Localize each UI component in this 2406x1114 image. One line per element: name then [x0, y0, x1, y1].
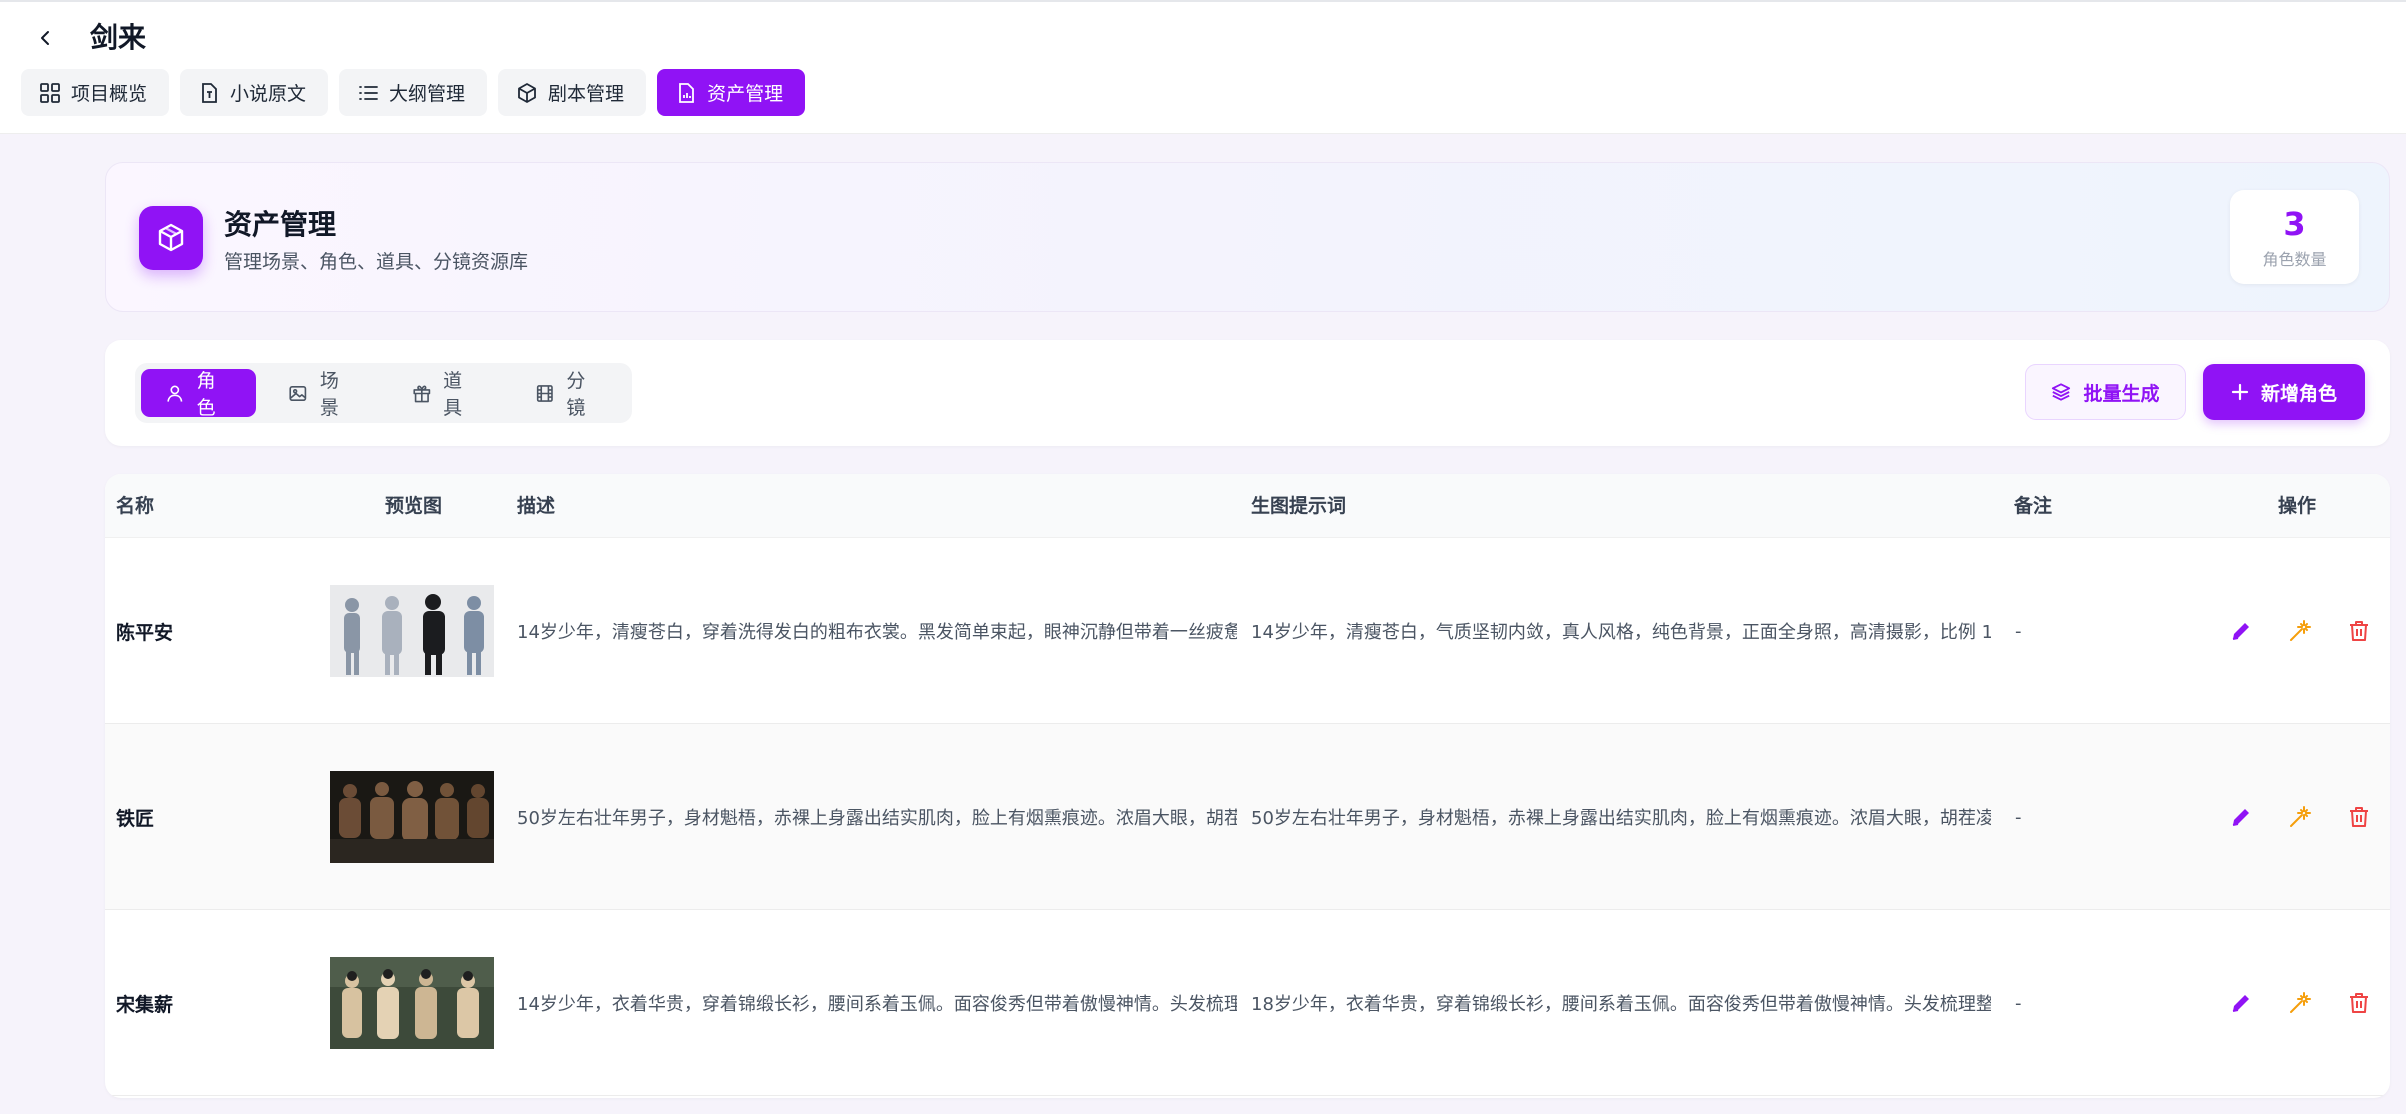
trash-icon	[2350, 621, 2368, 641]
trash-icon	[2350, 807, 2368, 827]
batch-generate-label: 批量生成	[2083, 382, 2160, 405]
chevron-left-icon	[41, 31, 49, 45]
character-note: -	[2015, 992, 2022, 1014]
tab-assets[interactable]: 资产管理	[657, 69, 806, 116]
table-row[interactable]: 铁匠 50岁左右壮年男子，身材魁梧，赤裸上身露出结实肌肉，脸上有烟熏痕迹。浓眉大…	[105, 724, 2390, 910]
tab-outline[interactable]: 大纲管理	[339, 69, 488, 116]
character-preview-image[interactable]	[330, 957, 494, 1049]
magic-wand-icon	[2290, 806, 2311, 827]
pencil-icon	[2232, 623, 2249, 640]
asset-toolbar: 角色 场景 道具 分镜 批量生成 新增角色	[105, 340, 2390, 446]
magic-wand-icon	[2290, 992, 2311, 1013]
character-prompt: 50岁左右壮年男子，身材魁梧，赤裸上身露出结实肌肉，脸上有烟熏痕迹。浓眉大眼，胡…	[1251, 808, 1991, 829]
cube-icon	[518, 82, 536, 103]
tab-label: 分镜	[566, 370, 586, 419]
tab-label: 资产管理	[707, 83, 784, 105]
generate-image-button[interactable]	[2286, 803, 2314, 831]
document-text-icon	[202, 82, 217, 103]
delete-button[interactable]	[2345, 989, 2373, 1017]
list-icon	[359, 85, 378, 100]
tab-label: 剧本管理	[548, 83, 625, 105]
column-header-actions: 操作	[2278, 495, 2317, 517]
project-title: 剑来	[90, 21, 147, 54]
character-preview-image[interactable]	[330, 585, 494, 677]
tab-scenes[interactable]: 场景	[264, 369, 379, 419]
add-character-button[interactable]: 新增角色	[2203, 364, 2365, 420]
page-subtitle: 管理场景、角色、道具、分镜资源库	[224, 251, 529, 273]
film-icon	[536, 384, 553, 402]
cube-icon	[139, 206, 203, 270]
character-description: 50岁左右壮年男子，身材魁梧，赤裸上身露出结实肌肉，脸上有烟熏痕迹。浓眉大眼，胡…	[517, 808, 1237, 829]
pencil-icon	[2232, 809, 2249, 826]
character-count-label: 角色数量	[2262, 250, 2327, 269]
column-header-name: 名称	[116, 495, 155, 517]
character-description: 14岁少年，衣着华贵，穿着锦缎长衫，腰间系着玉佩。面容俊秀但带着傲慢神情。头发梳…	[517, 994, 1237, 1015]
tab-label: 小说原文	[230, 83, 307, 105]
character-prompt: 18岁少年，衣着华贵，穿着锦缎长衫，腰间系着玉佩。面容俊秀但带着傲慢神情。头发梳…	[1251, 994, 1991, 1015]
table-header: 名称 预览图 描述 生图提示词 备注 操作	[105, 474, 2390, 538]
user-icon	[167, 385, 183, 402]
tab-label: 道具	[443, 370, 463, 419]
tab-label: 场景	[319, 370, 339, 419]
magic-wand-icon	[2290, 620, 2311, 641]
batch-generate-button[interactable]: 批量生成	[2025, 364, 2186, 420]
tab-characters[interactable]: 角色	[141, 369, 257, 419]
asset-type-tabs: 角色 场景 道具 分镜	[135, 363, 632, 423]
grid-icon	[40, 82, 60, 103]
pencil-icon	[2232, 995, 2249, 1012]
edit-button[interactable]	[2227, 989, 2255, 1017]
row-actions	[2227, 910, 2373, 1096]
trash-icon	[2350, 993, 2368, 1013]
tab-storyboards[interactable]: 分镜	[511, 369, 626, 419]
page-title: 资产管理	[224, 208, 337, 241]
edit-button[interactable]	[2227, 803, 2255, 831]
tab-label: 项目概览	[71, 83, 148, 105]
column-header-preview: 预览图	[385, 495, 443, 517]
delete-button[interactable]	[2345, 803, 2373, 831]
table-row[interactable]: 宋集薪 14岁少年，衣着华贵，穿着锦缎长衫，腰间系着玉佩。面容俊秀但带着傲慢神情…	[105, 910, 2390, 1096]
character-name: 宋集薪	[116, 993, 174, 1016]
row-actions	[2227, 538, 2373, 724]
character-prompt: 14岁少年，清瘦苍白，气质坚韧内敛，真人风格，纯色背景，正面全身照，高清摄影，比…	[1251, 622, 1991, 643]
character-preview-image[interactable]	[330, 771, 494, 863]
generate-image-button[interactable]	[2286, 617, 2314, 645]
character-name: 铁匠	[116, 807, 155, 830]
character-count-value: 3	[2283, 205, 2306, 243]
character-name: 陈平安	[116, 621, 174, 644]
tab-label: 角色	[196, 370, 216, 419]
back-button[interactable]	[30, 22, 62, 54]
add-character-label: 新增角色	[2260, 382, 2337, 405]
table-row[interactable]: 陈平安 14岁少年，清瘦苍白，穿着洗得发白的粗布衣裳。黑发简单束起，眼神沉静但带…	[105, 538, 2390, 724]
character-description: 14岁少年，清瘦苍白，穿着洗得发白的粗布衣裳。黑发简单束起，眼神沉静但带着一丝疲…	[517, 622, 1237, 643]
character-note: -	[2015, 806, 2022, 828]
top-bar: 剑来 项目概览 小说原文 大纲管理 剧本管理 资产管理	[0, 0, 2406, 134]
gift-icon	[412, 384, 430, 402]
tab-label: 大纲管理	[389, 83, 466, 105]
delete-button[interactable]	[2345, 617, 2373, 645]
project-nav-tabs: 项目概览 小说原文 大纲管理 剧本管理 资产管理	[21, 69, 806, 116]
edit-button[interactable]	[2227, 617, 2255, 645]
row-actions	[2227, 724, 2373, 910]
tab-novel-text[interactable]: 小说原文	[180, 69, 329, 116]
column-header-prompt: 生图提示词	[1251, 495, 1347, 517]
tab-script[interactable]: 剧本管理	[498, 69, 647, 116]
tab-props[interactable]: 道具	[388, 369, 503, 419]
layers-icon	[2052, 383, 2071, 401]
tab-project-overview[interactable]: 项目概览	[21, 69, 170, 116]
character-count-card: 3 角色数量	[2230, 190, 2359, 284]
asset-header-card: 资产管理 管理场景、角色、道具、分镜资源库 3 角色数量	[105, 162, 2390, 312]
column-header-description: 描述	[517, 495, 556, 517]
asset-table: 名称 预览图 描述 生图提示词 备注 操作 陈平安 14岁少年，清瘦苍白，穿着洗…	[105, 474, 2390, 1098]
column-header-note: 备注	[2014, 495, 2053, 517]
image-icon	[289, 385, 307, 401]
file-chart-icon	[679, 82, 694, 103]
plus-icon	[2231, 383, 2249, 401]
generate-image-button[interactable]	[2286, 989, 2314, 1017]
character-note: -	[2015, 620, 2022, 642]
